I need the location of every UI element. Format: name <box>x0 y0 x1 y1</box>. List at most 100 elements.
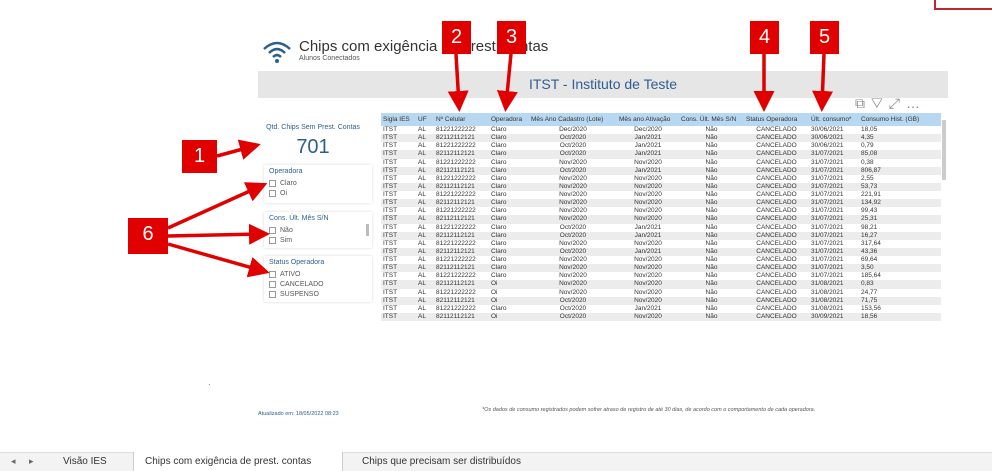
slicer-option-sim[interactable]: Sim <box>269 235 367 245</box>
table-cell: Claro <box>489 199 529 208</box>
table-cell: 81221222222 <box>436 256 476 264</box>
table-cell: Não <box>679 280 744 289</box>
table-scrollbar[interactable] <box>942 120 946 180</box>
focus-mode-icon[interactable]: ⤢ <box>889 95 906 111</box>
table-cell: Não <box>679 199 744 208</box>
table-cell: CANCELADO <box>756 174 797 182</box>
table-row[interactable]: ITST AL 82112112121 Oi Oct/2020 Nov/2020 Não CA… <box>381 296 941 305</box>
slicer-cons: Cons. Últ. Mês S/N Não Sim <box>264 212 372 248</box>
slicer-option-ativo[interactable]: ATIVO <box>269 269 367 279</box>
slicer-operadora: Operadora Claro Oi <box>264 165 372 203</box>
annotation-badge-1: 1 <box>182 140 217 173</box>
filter-icon[interactable]: ▽ <box>871 95 889 111</box>
table-cell: ITST <box>383 239 398 247</box>
table-cell: Oi <box>489 312 529 321</box>
table-cell: Não <box>705 272 718 280</box>
tab-next-icon[interactable]: ▸ <box>29 452 34 471</box>
table-row[interactable]: ITST AL 82112112121 Claro Oct/2020 Jan/2021 Nã… <box>381 134 941 143</box>
table-row[interactable]: ITST AL 81221222222 Claro Nov/2020 Nov/2020 Nã… <box>381 240 941 248</box>
table-cell: Claro <box>491 304 507 312</box>
table-row[interactable]: ITST AL 82112112121 Claro Oct/2020 Jan/2021 Nã… <box>381 166 941 175</box>
column-header[interactable]: UF <box>416 113 434 126</box>
table-cell: 31/07/2021 <box>811 158 844 166</box>
tab-chips-distribuidos[interactable]: Chips que precisam ser distribuídos <box>362 452 521 471</box>
table-row[interactable]: ITST AL 81221222222 Claro Nov/2020 Nov/2020 Nã… <box>381 159 941 167</box>
option-label: CANCELADO <box>280 280 324 288</box>
table-row[interactable]: ITST AL 82112112121 Claro Oct/2020 Jan/2021 Nã… <box>381 247 941 256</box>
table-row[interactable]: ITST AL 82112112121 Claro Oct/2020 Jan/2021 Nã… <box>381 150 941 159</box>
checkbox[interactable] <box>269 236 276 244</box>
table-cell: 31/08/2021 <box>811 288 844 296</box>
table-row[interactable]: ITST AL 82112112121 Claro Nov/2020 Nov/2020 Nã… <box>381 264 941 273</box>
table-cell: ITST <box>383 126 398 134</box>
table-cell: Não <box>679 166 744 175</box>
table-cell: 24,77 <box>861 288 878 296</box>
column-header[interactable]: Status Operadora <box>744 113 809 126</box>
corner-frame <box>934 0 992 10</box>
tab-visao-ies[interactable]: Visão IES <box>63 452 107 471</box>
tab-prev-icon[interactable]: ◂ <box>11 452 16 471</box>
column-header[interactable]: Sigla IES <box>381 113 416 126</box>
table-cell: 221,91 <box>861 191 881 199</box>
more-options-icon[interactable]: … <box>906 95 926 111</box>
column-header[interactable]: Consumo Hist. (GB) <box>859 113 941 126</box>
checkbox[interactable] <box>269 290 276 298</box>
table-cell: ITST <box>381 150 416 159</box>
table-row[interactable]: ITST AL 81221222222 Claro Dec/2020 Dec/2020 Nã… <box>381 126 941 134</box>
table-row[interactable]: ITST AL 81221222222 Claro Nov/2020 Nov/2020 Nã… <box>381 191 941 199</box>
table-cell: CANCELADO <box>756 207 797 215</box>
copy-icon[interactable]: ⧉ <box>855 95 871 111</box>
table-cell: Claro <box>489 166 529 175</box>
table-row[interactable]: ITST AL 81221222222 Claro Nov/2020 Nov/2020 Nã… <box>381 175 941 183</box>
column-header[interactable]: Mês ano Ativação <box>617 113 679 126</box>
slicer-option-claro[interactable]: Claro <box>269 178 367 188</box>
slicer-scrollbar[interactable] <box>366 224 369 236</box>
slicer-option-nao[interactable]: Não <box>269 225 367 235</box>
table-cell: CANCELADO <box>744 199 809 208</box>
column-header[interactable]: Operadora <box>489 113 529 126</box>
table-row[interactable]: ITST AL 82112112121 Claro Oct/2020 Jan/2021 Nã… <box>381 231 941 240</box>
checkbox[interactable] <box>269 189 276 197</box>
table-row[interactable]: ITST AL 81221222222 Claro Oct/2020 Jan/2021 Nã… <box>381 305 941 313</box>
table-row[interactable]: ITST AL 81221222222 Claro Nov/2020 Nov/2020 Nã… <box>381 272 941 280</box>
table-cell: ITST <box>383 304 398 312</box>
slicer-option-oi[interactable]: Oi <box>269 188 367 198</box>
column-header[interactable]: Últ. consumo* <box>809 113 859 126</box>
wifi-logo-icon <box>263 41 291 63</box>
tab-chips-prest-contas[interactable]: Chips com exigência de prest. contas <box>133 452 343 471</box>
table-row[interactable]: ITST AL 81221222222 Claro Oct/2020 Jan/2021 Nã… <box>381 142 941 150</box>
table-row[interactable]: ITST AL 82112112121 Claro Nov/2020 Nov/2020 Nã… <box>381 215 941 224</box>
table-row[interactable]: ITST AL 82112112121 Claro Nov/2020 Nov/2020 Nã… <box>381 199 941 208</box>
table-cell: ITST <box>381 215 416 224</box>
table-cell: Nov/2020 <box>559 288 587 296</box>
table-cell: CANCELADO <box>756 126 797 134</box>
checkbox[interactable] <box>269 280 276 288</box>
table-cell: CANCELADO <box>744 231 809 240</box>
table-row[interactable]: ITST AL 81221222222 Oi Nov/2020 Nov/2020 Não CA… <box>381 289 941 297</box>
slicer-option-cancelado[interactable]: CANCELADO <box>269 279 367 289</box>
table-row[interactable]: ITST AL 82112112121 Oi Oct/2020 Nov/2020 Não CA… <box>381 312 941 321</box>
table-cell: Nov/2020 <box>634 256 662 264</box>
table-cell: ITST <box>383 256 398 264</box>
table-cell: Dec/2020 <box>559 126 587 134</box>
table-row[interactable]: ITST AL 81221222222 Claro Nov/2020 Nov/2020 Nã… <box>381 207 941 215</box>
checkbox[interactable] <box>269 179 276 187</box>
checkbox[interactable] <box>269 270 276 278</box>
column-header[interactable]: Mês Ano Cadastro (Lote) <box>529 113 617 126</box>
table-row[interactable]: ITST AL 82112112121 Claro Nov/2020 Nov/2020 Nã… <box>381 182 941 191</box>
column-header[interactable]: Nº Celular <box>434 113 489 126</box>
table-cell: AL <box>418 207 426 215</box>
table-row[interactable]: ITST AL 81221222222 Claro Oct/2020 Jan/2021 Nã… <box>381 224 941 232</box>
slicer-option-suspenso[interactable]: SUSPENSO <box>269 289 367 299</box>
table-cell: CANCELADO <box>756 256 797 264</box>
slicer-title: Status Operadora <box>269 259 325 266</box>
checkbox[interactable] <box>269 226 276 234</box>
table-row[interactable]: ITST AL 82112112121 Oi Nov/2020 Nov/2020 Não CA… <box>381 280 941 289</box>
option-label: Oi <box>280 189 287 197</box>
column-header[interactable]: Cons. Últ. Mês S/N <box>679 113 744 126</box>
table-cell: Jan/2021 <box>634 304 662 312</box>
slicer-title: Cons. Últ. Mês S/N <box>269 215 329 222</box>
table-row[interactable]: ITST AL 81221222222 Claro Nov/2020 Nov/2020 Nã… <box>381 256 941 264</box>
table-cell: CANCELADO <box>756 223 797 231</box>
table-cell: 30/06/2021 <box>811 126 844 134</box>
